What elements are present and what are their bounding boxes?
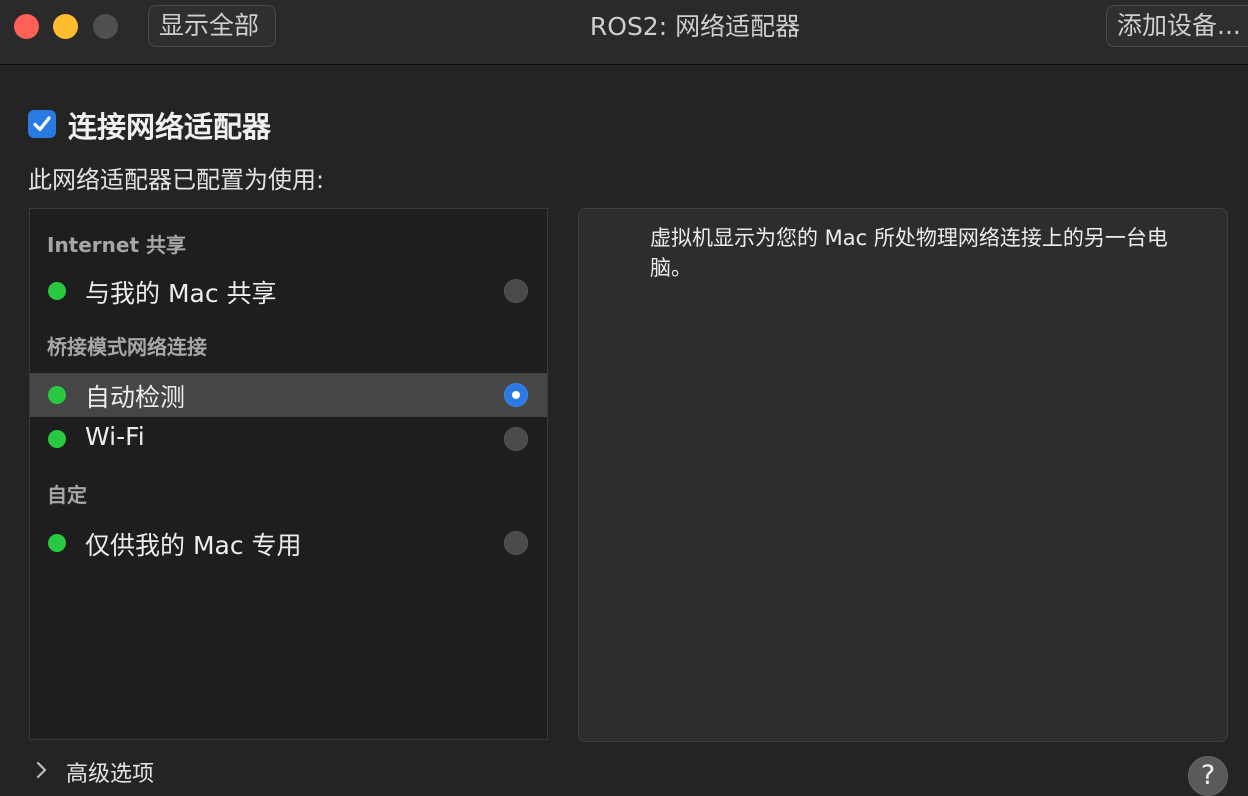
close-window-button[interactable] bbox=[14, 14, 39, 39]
checkmark-icon bbox=[33, 116, 51, 132]
option-private-to-mac[interactable]: 仅供我的 Mac 专用 bbox=[30, 521, 547, 565]
description-panel: 虚拟机显示为您的 Mac 所处物理网络连接上的另一台电脑。 bbox=[578, 208, 1228, 742]
section-internet-sharing: Internet 共享 bbox=[47, 233, 186, 257]
option-label: Wi-Fi bbox=[85, 422, 145, 451]
network-source-list: Internet 共享 与我的 Mac 共享 桥接模式网络连接 自动检测 Wi-… bbox=[29, 208, 548, 740]
status-green-dot bbox=[48, 534, 66, 552]
option-label: 自动检测 bbox=[85, 383, 186, 412]
option-label: 仅供我的 Mac 专用 bbox=[85, 531, 302, 560]
minimize-window-button[interactable] bbox=[53, 14, 78, 39]
zoom-window-button[interactable] bbox=[93, 14, 118, 39]
window-title: ROS2: 网络适配器 bbox=[589, 12, 801, 41]
section-custom: 自定 bbox=[47, 483, 87, 507]
option-autodetect[interactable]: 自动检测 bbox=[30, 373, 547, 417]
show-all-button[interactable]: 显示全部 bbox=[148, 5, 276, 47]
radio-private-to-mac[interactable] bbox=[504, 531, 528, 555]
status-green-dot bbox=[48, 430, 66, 448]
chevron-right-icon bbox=[36, 761, 47, 779]
advanced-options-label: 高级选项 bbox=[66, 762, 155, 787]
add-device-button[interactable]: 添加设备... bbox=[1106, 5, 1248, 47]
status-green-dot bbox=[48, 282, 66, 300]
help-button[interactable]: ? bbox=[1188, 756, 1228, 796]
radio-autodetect[interactable] bbox=[504, 383, 528, 407]
radio-wifi[interactable] bbox=[504, 427, 528, 451]
description-text: 虚拟机显示为您的 Mac 所处物理网络连接上的另一台电脑。 bbox=[650, 226, 1168, 280]
radio-share-with-mac[interactable] bbox=[504, 279, 528, 303]
option-label: 与我的 Mac 共享 bbox=[85, 279, 277, 308]
title-bar: 显示全部 ROS2: 网络适配器 添加设备... bbox=[0, 0, 1248, 65]
section-bridged: 桥接模式网络连接 bbox=[47, 335, 207, 359]
status-green-dot bbox=[48, 386, 66, 404]
connect-adapter-label[interactable]: 连接网络适配器 bbox=[68, 104, 271, 146]
config-subtitle: 此网络适配器已配置为使用: bbox=[28, 166, 325, 194]
option-wifi[interactable]: Wi-Fi bbox=[30, 417, 547, 461]
option-share-with-mac[interactable]: 与我的 Mac 共享 bbox=[30, 269, 547, 313]
connect-adapter-checkbox[interactable] bbox=[28, 110, 56, 138]
